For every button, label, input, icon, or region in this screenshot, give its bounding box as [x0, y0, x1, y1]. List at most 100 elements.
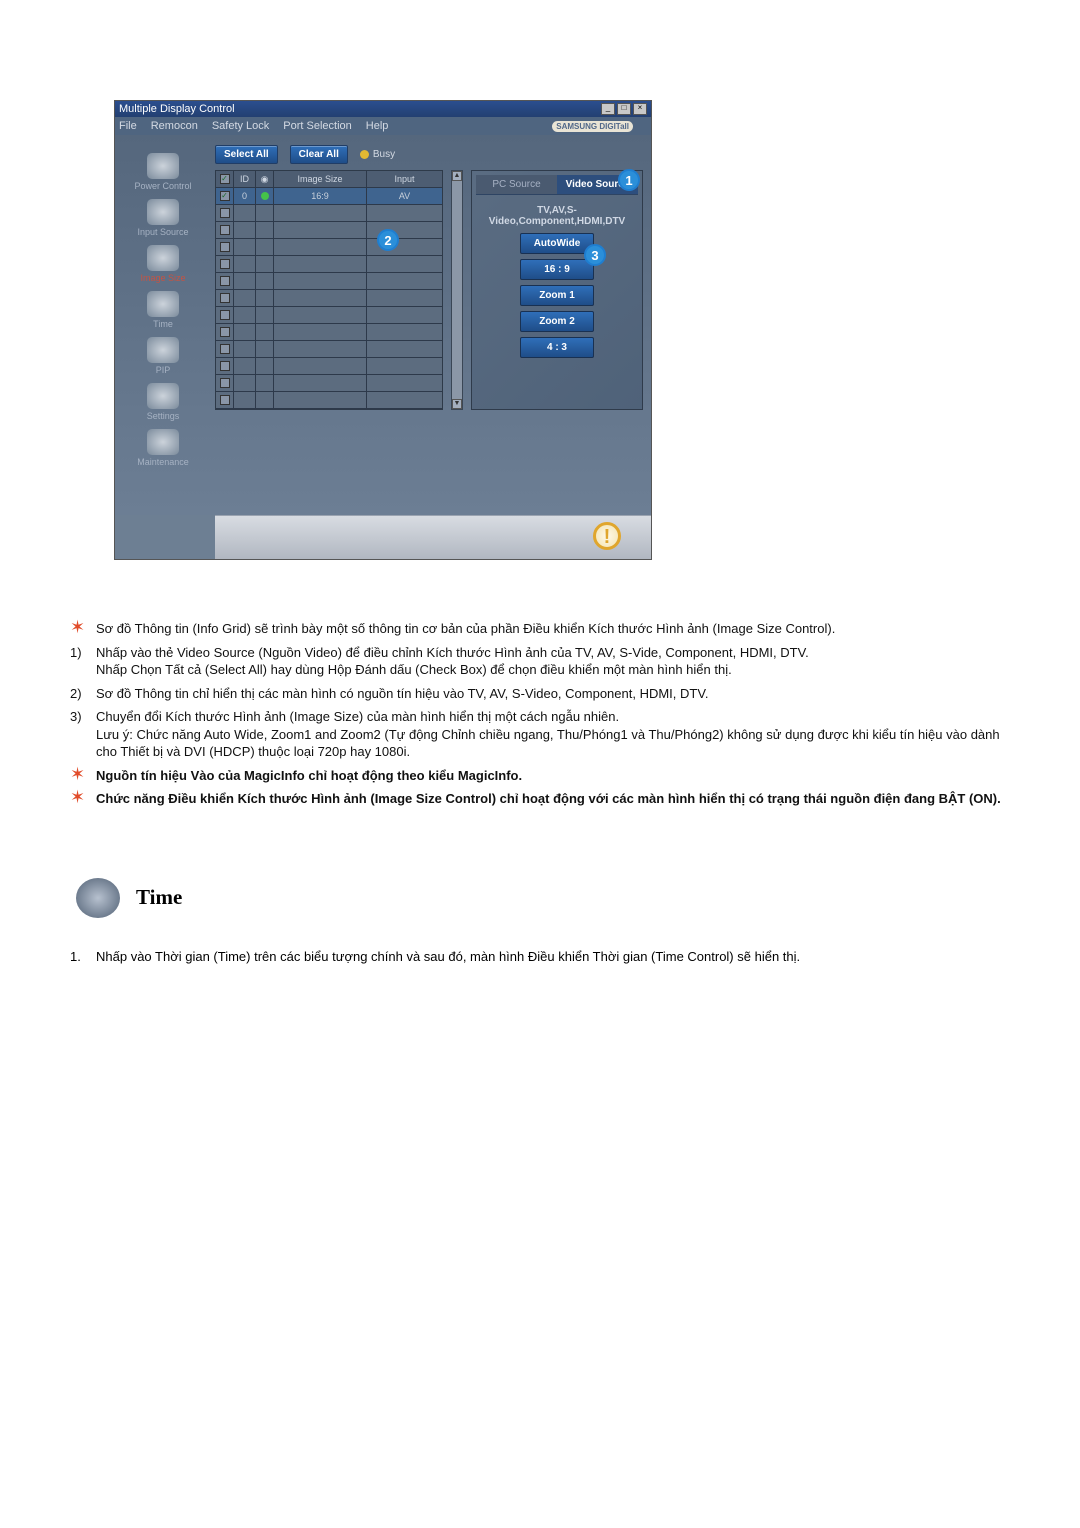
callout-2: 2 — [377, 229, 399, 251]
row-checkbox[interactable] — [220, 242, 230, 252]
time-icon — [147, 291, 179, 317]
alert-icon: ! — [593, 522, 621, 550]
close-button[interactable]: × — [633, 103, 647, 115]
select-all-button[interactable]: Select All — [215, 145, 278, 164]
row-checkbox[interactable] — [220, 293, 230, 303]
top-buttons: Select All Clear All Busy — [215, 145, 643, 164]
power-icon — [147, 153, 179, 179]
app-body: Power Control Input Source Image Size Ti… — [115, 135, 651, 515]
content-area: Select All Clear All Busy ID ◉ Image Siz… — [211, 135, 651, 515]
row-checkbox[interactable] — [220, 225, 230, 235]
star-icon: ✶ — [70, 620, 96, 634]
opt-zoom1[interactable]: Zoom 1 — [520, 285, 594, 306]
settings-icon — [147, 383, 179, 409]
menu-port-selection[interactable]: Port Selection — [283, 120, 351, 132]
input-icon — [147, 199, 179, 225]
header-status-icon: ◉ — [256, 171, 274, 187]
sidebar-input-source[interactable]: Input Source — [137, 199, 188, 237]
opt-autowide[interactable]: AutoWide — [520, 233, 594, 254]
header-image-size: Image Size — [274, 171, 367, 187]
grid-row-empty — [216, 324, 442, 341]
opt-zoom2[interactable]: Zoom 2 — [520, 311, 594, 332]
opt-16-9[interactable]: 16 : 9 — [520, 259, 594, 280]
note-star-5: ✶ Chức năng Điều khiển Kích thước Hình ả… — [70, 790, 1010, 808]
row-checkbox[interactable] — [220, 310, 230, 320]
section-title: Time — [136, 885, 182, 910]
menu-file[interactable]: File — [119, 120, 137, 132]
note-3: 3) Chuyển đổi Kích thước Hình ảnh (Image… — [70, 708, 1010, 761]
grid-row-0[interactable]: 0 16:9 AV — [216, 188, 442, 205]
note-star-4: ✶ Nguồn tín hiệu Vào của MagicInfo chỉ h… — [70, 767, 1010, 785]
window-title: Multiple Display Control — [119, 103, 235, 115]
header-id: ID — [234, 171, 256, 187]
grid-row-empty — [216, 358, 442, 375]
app-window: Multiple Display Control _ □ × File Remo… — [114, 100, 652, 560]
image-size-icon — [147, 245, 179, 271]
row-checkbox[interactable] — [220, 361, 230, 371]
scrollbar[interactable]: ▲ ▼ — [451, 170, 463, 410]
sidebar-image-size[interactable]: Image Size — [140, 245, 185, 283]
opt-4-3[interactable]: 4 : 3 — [520, 337, 594, 358]
window-controls: _ □ × — [601, 103, 647, 115]
source-label: TV,AV,S-Video,Component,HDMI,DTV — [476, 205, 638, 227]
sidebar-power-control[interactable]: Power Control — [134, 153, 191, 191]
header-checkbox[interactable] — [220, 174, 230, 184]
menu-safety-lock[interactable]: Safety Lock — [212, 120, 269, 132]
sidebar-settings[interactable]: Settings — [147, 383, 180, 421]
menu-bar: File Remocon Safety Lock Port Selection … — [115, 117, 651, 135]
status-dot-icon — [261, 192, 269, 200]
note-2: 2) Sơ đồ Thông tin chỉ hiển thị các màn … — [70, 685, 1010, 703]
pip-icon — [147, 337, 179, 363]
brand-logo: SAMSUNG DIGITall — [552, 121, 633, 132]
callout-1: 1 — [618, 169, 640, 191]
row-checkbox[interactable] — [220, 259, 230, 269]
right-panel: PC Source Video Source TV,AV,S-Video,Com… — [471, 170, 643, 410]
time-bullet-1: 1. Nhấp vào Thời gian (Time) trên các bi… — [70, 948, 1010, 966]
busy-indicator: Busy — [360, 149, 395, 160]
maintenance-icon — [147, 429, 179, 455]
maximize-button[interactable]: □ — [617, 103, 631, 115]
header-input: Input — [367, 171, 442, 187]
row-checkbox[interactable] — [220, 276, 230, 286]
grid-row-empty — [216, 375, 442, 392]
scroll-up-icon[interactable]: ▲ — [452, 171, 462, 181]
grid-row-empty — [216, 392, 442, 409]
minimize-button[interactable]: _ — [601, 103, 615, 115]
grid-row-empty — [216, 222, 442, 239]
row-checkbox[interactable] — [220, 378, 230, 388]
row-checkbox[interactable] — [220, 327, 230, 337]
grid-row-empty — [216, 256, 442, 273]
star-icon: ✶ — [70, 790, 96, 804]
menu-remocon[interactable]: Remocon — [151, 120, 198, 132]
row-checkbox[interactable] — [220, 395, 230, 405]
bottom-bar: ! — [215, 515, 651, 559]
row-checkbox[interactable] — [220, 191, 230, 201]
scroll-down-icon[interactable]: ▼ — [452, 399, 462, 409]
info-grid: ID ◉ Image Size Input 0 16:9 AV — [215, 170, 443, 410]
sidebar-time[interactable]: Time — [147, 291, 179, 329]
row-checkbox[interactable] — [220, 208, 230, 218]
source-tabs: PC Source Video Source — [476, 175, 638, 195]
callout-3: 3 — [584, 244, 606, 266]
time-section-icon — [76, 878, 120, 918]
grid-row-empty — [216, 273, 442, 290]
sidebar-maintenance[interactable]: Maintenance — [137, 429, 189, 467]
note-1: 1) Nhấp vào thẻ Video Source (Nguồn Vide… — [70, 644, 1010, 679]
clear-all-button[interactable]: Clear All — [290, 145, 348, 164]
grid-row-empty — [216, 239, 442, 256]
section-header-time: Time — [76, 878, 1010, 918]
grid-row-empty — [216, 341, 442, 358]
menu-help[interactable]: Help — [366, 120, 389, 132]
note-star-0: ✶ Sơ đồ Thông tin (Info Grid) sẽ trình b… — [70, 620, 1010, 638]
sidebar-pip[interactable]: PIP — [147, 337, 179, 375]
busy-dot-icon — [360, 150, 369, 159]
grid-area: ID ◉ Image Size Input 0 16:9 AV — [215, 170, 643, 410]
tab-pc-source[interactable]: PC Source — [476, 175, 557, 194]
star-icon: ✶ — [70, 767, 96, 781]
title-bar: Multiple Display Control _ □ × — [115, 101, 651, 117]
grid-header: ID ◉ Image Size Input — [216, 171, 442, 188]
row-checkbox[interactable] — [220, 344, 230, 354]
grid-row-empty — [216, 205, 442, 222]
sidebar: Power Control Input Source Image Size Ti… — [115, 135, 211, 515]
grid-row-empty — [216, 307, 442, 324]
